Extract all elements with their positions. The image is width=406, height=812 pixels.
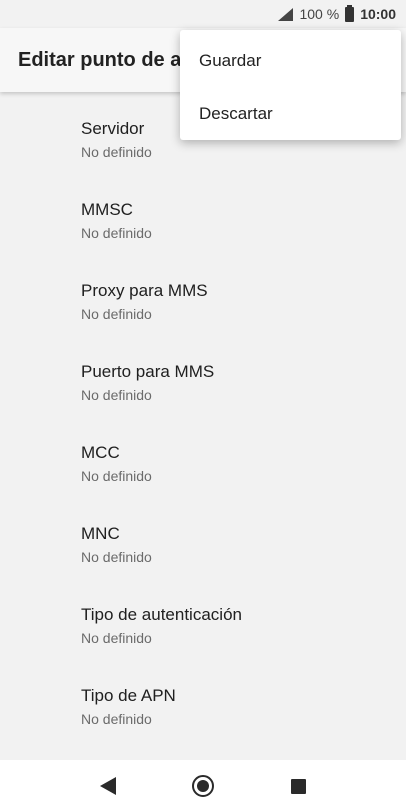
back-icon: [99, 777, 116, 795]
recent-apps-icon: [290, 778, 306, 794]
home-icon: [191, 775, 214, 797]
setting-label: Proxy para MMS: [81, 281, 208, 300]
signal-icon: [278, 7, 294, 21]
menu-item-descartar[interactable]: Descartar: [180, 87, 401, 140]
setting-label: Tipo de autenticación: [81, 605, 242, 624]
setting-label: MCC: [81, 443, 120, 462]
home-button[interactable]: [183, 766, 223, 806]
setting-label: Puerto para MMS: [81, 362, 215, 381]
battery-icon: [345, 4, 355, 22]
screen: 100 % 10:00 Editar punto de a Servidor N…: [0, 0, 406, 812]
back-button[interactable]: [88, 766, 128, 806]
setting-tipo-autenticacion[interactable]: Tipo de autenticación No definido: [0, 578, 406, 659]
setting-label: MNC: [81, 524, 120, 543]
setting-value: No definido: [81, 306, 152, 322]
menu-item-guardar[interactable]: Guardar: [180, 34, 401, 87]
setting-value: No definido: [81, 711, 152, 727]
setting-value: No definido: [81, 387, 152, 403]
clock: 10:00: [360, 6, 396, 22]
overflow-menu: Guardar Descartar: [180, 30, 401, 140]
settings-list: Servidor No definido MMSC No definido Pr…: [0, 92, 406, 740]
battery-percent: 100 %: [299, 6, 340, 22]
navigation-bar: [0, 760, 406, 812]
setting-value: No definido: [81, 630, 152, 646]
page-title: Editar punto de a: [18, 48, 182, 71]
setting-label: Tipo de APN: [81, 686, 176, 705]
status-bar: 100 % 10:00: [0, 0, 406, 28]
recent-apps-button[interactable]: [278, 766, 318, 806]
setting-value: No definido: [81, 144, 152, 160]
setting-value: No definido: [81, 225, 152, 241]
setting-proxy-mms[interactable]: Proxy para MMS No definido: [0, 254, 406, 335]
setting-puerto-mms[interactable]: Puerto para MMS No definido: [0, 335, 406, 416]
setting-value: No definido: [81, 468, 152, 484]
setting-tipo-apn[interactable]: Tipo de APN No definido: [0, 659, 406, 740]
setting-value: No definido: [81, 549, 152, 565]
setting-mnc[interactable]: MNC No definido: [0, 497, 406, 578]
setting-mmsc[interactable]: MMSC No definido: [0, 173, 406, 254]
setting-label: MMSC: [81, 200, 133, 219]
setting-mcc[interactable]: MCC No definido: [0, 416, 406, 497]
